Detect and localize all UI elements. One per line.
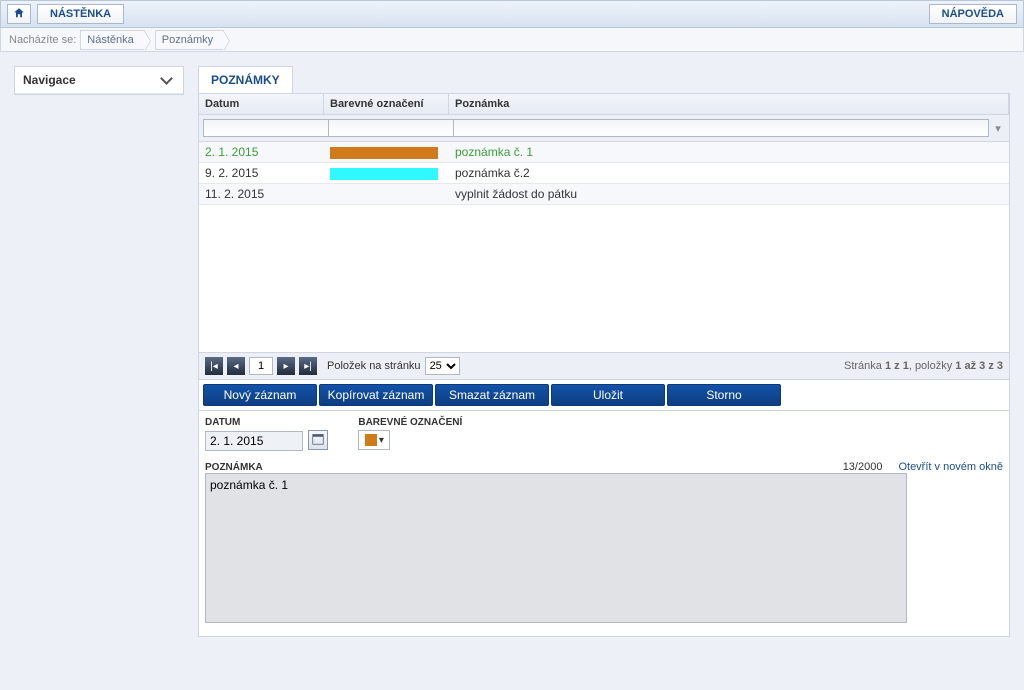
new-button[interactable]: Nový záznam xyxy=(203,384,317,406)
breadcrumb-label: Nacházíte se: xyxy=(9,34,76,46)
col-header-date[interactable]: Datum xyxy=(199,94,324,114)
note-textarea[interactable]: poznámka č. 1 xyxy=(205,473,907,623)
save-button[interactable]: Uložit xyxy=(551,384,665,406)
per-page-label: Položek na stránku xyxy=(327,360,421,372)
main-panel: POZNÁMKY Datum Barevné označení Poznámka… xyxy=(198,66,1010,637)
chevron-down-icon: ▾ xyxy=(379,435,384,446)
home-button[interactable] xyxy=(7,4,31,24)
color-label: BAREVNÉ OZNAČENÍ xyxy=(358,417,462,428)
cell-note: poznámka č.2 xyxy=(449,163,1009,183)
color-dropdown[interactable]: ▾ xyxy=(358,430,390,450)
dashboard-button[interactable]: NÁSTĚNKA xyxy=(37,4,124,24)
table-row[interactable]: 11. 2. 2015 vyplnit žádost do pátku xyxy=(199,184,1009,205)
color-chip xyxy=(365,434,377,446)
color-swatch xyxy=(330,168,438,180)
filter-note-input[interactable] xyxy=(453,119,989,137)
last-page-button[interactable]: ▸| xyxy=(299,357,317,375)
table-body: 2. 1. 2015 poznámka č. 1 9. 2. 2015 pozn… xyxy=(199,142,1009,352)
filter-icon[interactable]: ▾ xyxy=(991,121,1005,135)
cell-color xyxy=(324,163,449,183)
per-page-select[interactable]: 25 xyxy=(425,357,460,375)
calendar-button[interactable] xyxy=(308,430,328,450)
next-page-button[interactable]: ▸ xyxy=(277,357,295,375)
edit-toolbar: Nový záznam Kopírovat záznam Smazat zázn… xyxy=(198,380,1010,411)
first-page-button[interactable]: |◂ xyxy=(205,357,223,375)
copy-button[interactable]: Kopírovat záznam xyxy=(319,384,433,406)
filter-row: ▾ ▾ ▾ xyxy=(199,115,1009,142)
cell-color xyxy=(324,184,449,204)
cell-note: vyplnit žádost do pátku xyxy=(449,184,1009,204)
char-count: 13/2000 xyxy=(843,461,883,473)
date-label: DATUM xyxy=(205,417,328,428)
cancel-button[interactable]: Storno xyxy=(667,384,781,406)
pager: |◂ ◂ ▸ ▸| Položek na stránku 25 Stránka … xyxy=(199,352,1009,379)
chevron-down-icon xyxy=(160,72,173,85)
sidebar-toggle[interactable]: Navigace xyxy=(15,67,183,94)
cell-date: 9. 2. 2015 xyxy=(199,163,324,183)
tab-notes[interactable]: POZNÁMKY xyxy=(198,66,293,93)
col-header-color[interactable]: Barevné označení xyxy=(324,94,449,114)
help-button[interactable]: NÁPOVĚDA xyxy=(929,4,1017,24)
pager-summary: Stránka 1 z 1, položky 1 až 3 z 3 xyxy=(844,360,1003,372)
sidebar-title: Navigace xyxy=(23,73,76,87)
breadcrumb-item[interactable]: Nástěnka xyxy=(80,30,144,50)
date-input[interactable] xyxy=(205,431,303,451)
notes-panel: Datum Barevné označení Poznámka ▾ ▾ ▾ xyxy=(198,93,1010,380)
cell-date: 11. 2. 2015 xyxy=(199,184,324,204)
cell-color xyxy=(324,142,449,162)
calendar-icon xyxy=(312,433,324,448)
home-icon xyxy=(13,7,25,22)
breadcrumb-item[interactable]: Poznámky xyxy=(155,30,224,50)
cell-note: poznámka č. 1 xyxy=(449,142,1009,162)
table-row[interactable]: 2. 1. 2015 poznámka č. 1 xyxy=(199,142,1009,163)
table-header: Datum Barevné označení Poznámka xyxy=(199,94,1009,115)
prev-page-button[interactable]: ◂ xyxy=(227,357,245,375)
edit-form: DATUM BAREVNÉ OZNAČENÍ ▾ xyxy=(198,411,1010,637)
page-input[interactable] xyxy=(249,357,273,375)
cell-date: 2. 1. 2015 xyxy=(199,142,324,162)
delete-button[interactable]: Smazat záznam xyxy=(435,384,549,406)
table-row[interactable]: 9. 2. 2015 poznámka č.2 xyxy=(199,163,1009,184)
sidebar: Navigace xyxy=(14,66,184,95)
open-new-window-link[interactable]: Otevřít v novém okně xyxy=(898,461,1003,473)
top-bar: NÁSTĚNKA NÁPOVĚDA xyxy=(0,0,1024,28)
breadcrumb: Nacházíte se: Nástěnka Poznámky xyxy=(0,28,1024,52)
note-label: POZNÁMKA xyxy=(205,462,263,473)
col-header-note[interactable]: Poznámka xyxy=(449,94,1009,114)
color-swatch xyxy=(330,147,438,159)
